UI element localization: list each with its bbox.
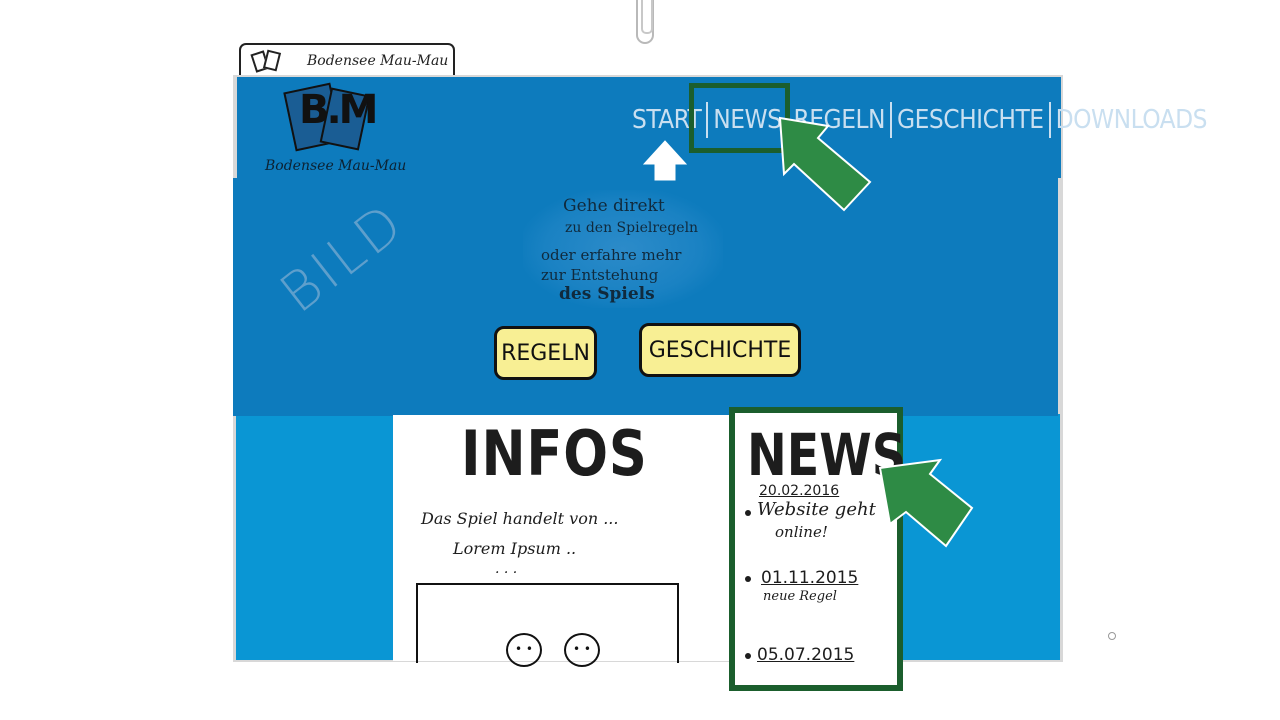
face-icon: • • <box>564 633 600 667</box>
up-arrow-icon <box>643 140 687 181</box>
logo-text: Bodensee Mau-Mau <box>265 158 407 174</box>
infos-heading: INFOS <box>461 417 648 490</box>
hero-text: Gehe direkt zu den Spielregeln oder erfa… <box>523 190 723 308</box>
corner-mark <box>1108 632 1116 640</box>
infos-text-line: Lorem Ipsum .. <box>453 539 577 558</box>
face-icon: • • <box>506 633 542 667</box>
tab-title: Bodensee Mau-Mau <box>307 52 449 69</box>
hero-text-line: des Spiels <box>559 284 655 304</box>
hero-banner: BILD Gehe direkt zu den Spielregeln oder… <box>233 178 1058 416</box>
green-arrow-icon <box>878 458 974 548</box>
regeln-button[interactable]: REGELN <box>494 326 597 380</box>
bullet-icon <box>745 510 751 516</box>
infos-section: INFOS Das Spiel handelt von ... Lorem Ip… <box>393 415 729 667</box>
browser-tab[interactable]: Bodensee Mau-Mau <box>239 43 455 76</box>
nav-divider <box>889 102 892 138</box>
logo[interactable]: B.M Bodensee Mau-Mau <box>265 82 406 174</box>
news-date[interactable]: 20.02.2016 <box>759 483 839 499</box>
nav-divider <box>1048 102 1051 138</box>
hero-text-line: zu den Spielregeln <box>565 220 699 236</box>
logo-letters: B.M <box>299 87 378 133</box>
green-arrow-icon <box>778 116 872 212</box>
cards-icon <box>250 49 287 73</box>
nav-item-geschichte[interactable]: GESCHICHTE <box>895 105 1046 135</box>
infos-text-line: . . . <box>495 561 518 577</box>
nav-item-downloads[interactable]: DOWNLOADS <box>1054 105 1209 135</box>
bullet-icon <box>745 653 751 659</box>
hero-text-line: Gehe direkt <box>563 196 665 216</box>
news-text: neue Regel <box>763 589 837 604</box>
news-text: Website geht <box>757 499 876 520</box>
bullet-icon <box>745 576 751 582</box>
news-date[interactable]: 05.07.2015 <box>757 645 854 665</box>
geschichte-button[interactable]: GESCHICHTE <box>639 323 801 377</box>
infos-image: • • • • <box>416 583 679 667</box>
paper-clip-icon <box>636 0 654 44</box>
infos-text-line: Das Spiel handelt von ... <box>421 509 619 528</box>
hero-text-line: oder erfahre mehr <box>541 246 682 264</box>
hero-text-line: zur Entstehung <box>541 266 659 284</box>
news-date[interactable]: 01.11.2015 <box>761 568 858 588</box>
news-text: online! <box>775 523 828 541</box>
image-placeholder: BILD <box>268 189 417 326</box>
